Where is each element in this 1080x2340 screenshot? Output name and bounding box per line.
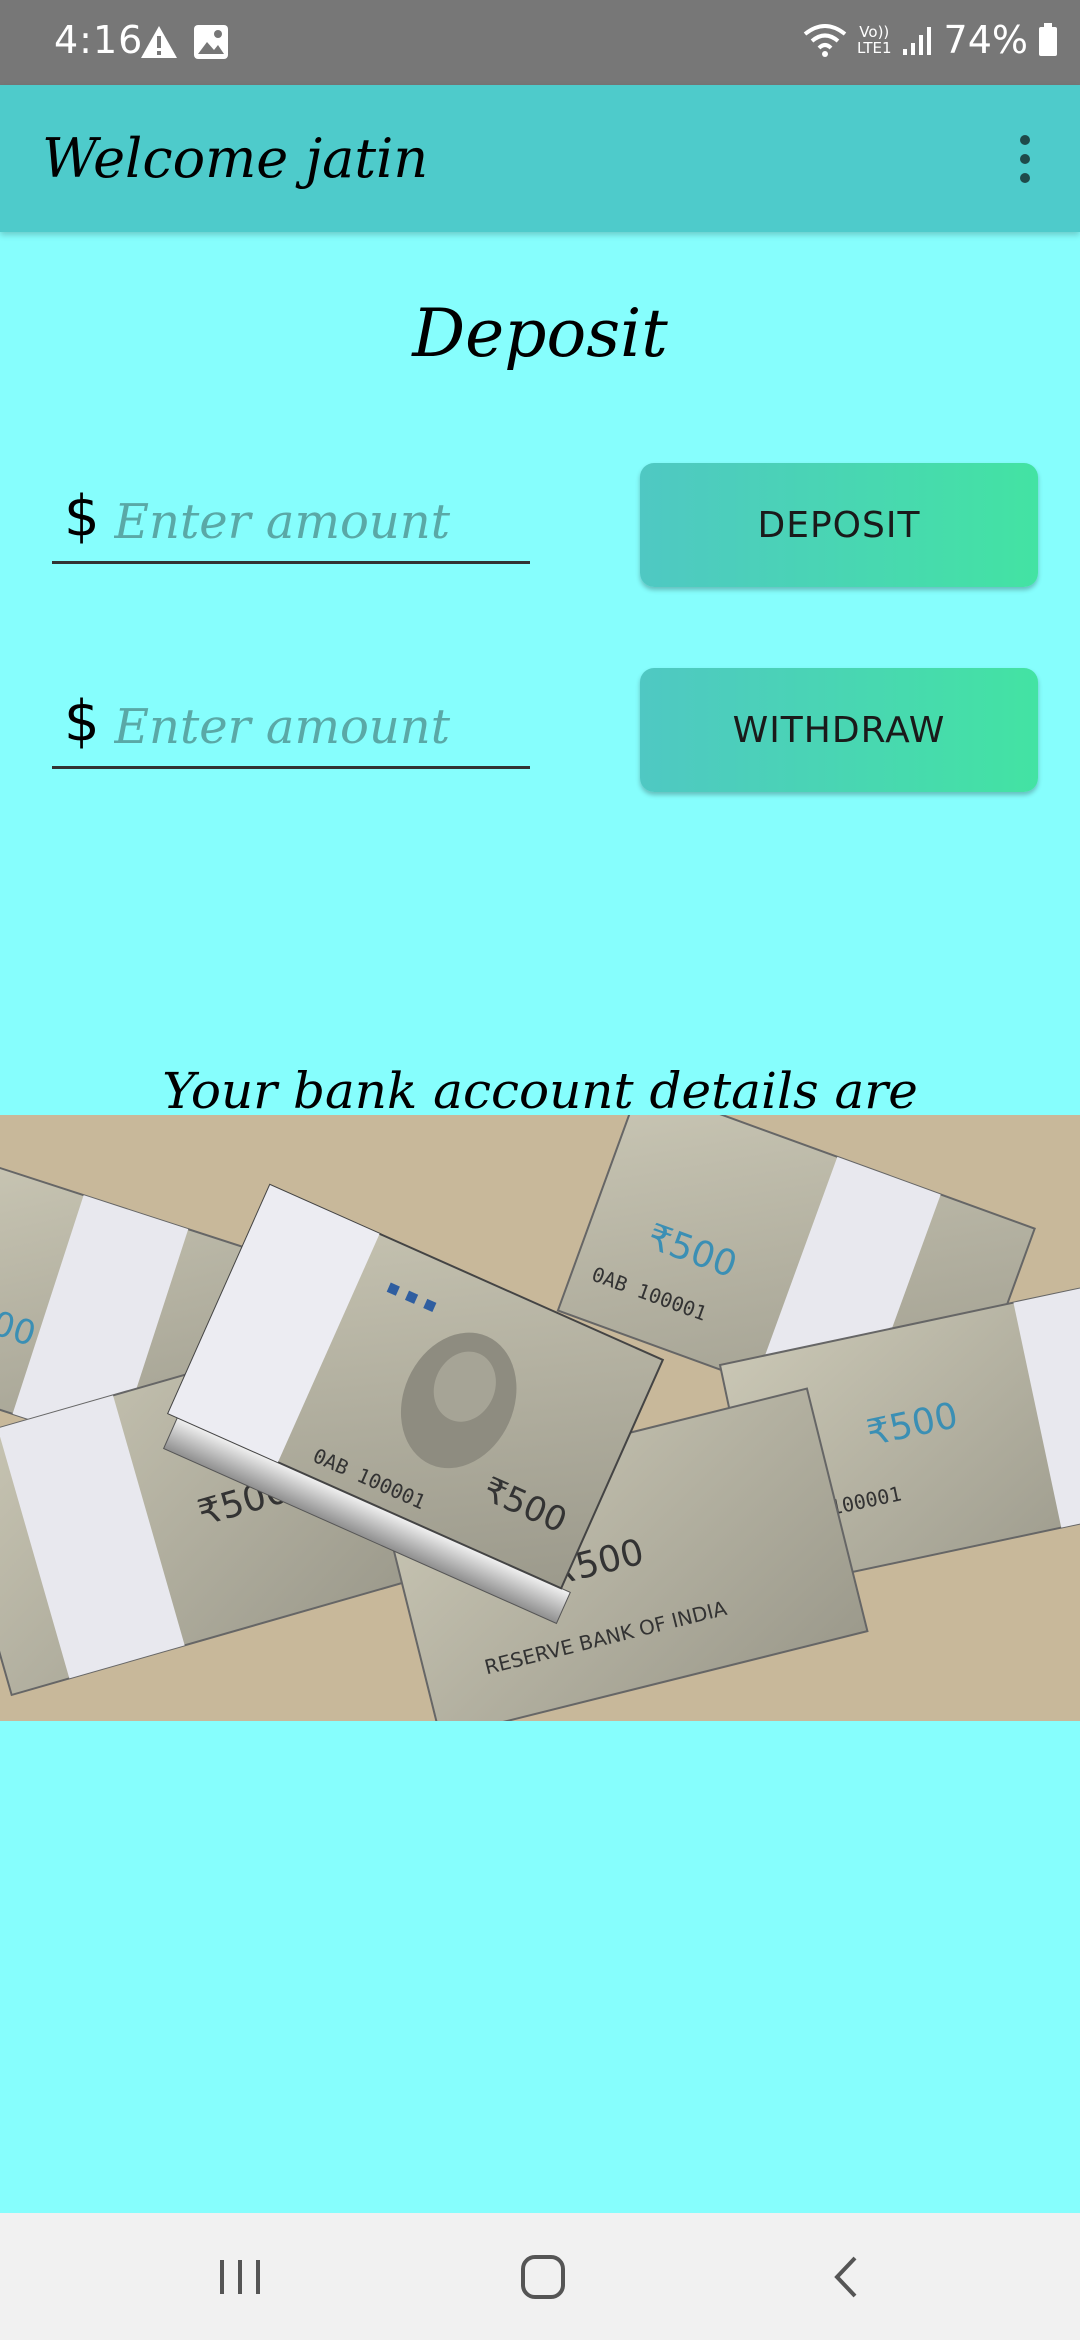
withdraw-button[interactable]: WITHDRAW (640, 668, 1038, 792)
app-bar: Welcome jatin (0, 85, 1080, 232)
network-volte-label: Vo)) (859, 23, 890, 41)
status-indicators: Vo)) LTE1 74% (803, 18, 1058, 62)
app-title: Welcome jatin (42, 127, 429, 190)
deposit-amount-input[interactable] (114, 490, 514, 554)
battery-percent: 74% (943, 18, 1028, 62)
more-vert-icon[interactable] (1010, 135, 1040, 183)
system-nav-bar (0, 2213, 1080, 2340)
deposit-button[interactable]: DEPOSIT (640, 463, 1038, 587)
network-lte-label: LTE1 (857, 39, 892, 57)
page-title: Deposit (412, 295, 668, 372)
recents-icon[interactable] (180, 2237, 300, 2317)
home-icon[interactable] (483, 2237, 603, 2317)
network-label: Vo)) LTE1 (857, 24, 891, 56)
deposit-amount-field[interactable]: $ (52, 484, 530, 564)
status-bar: 4:16 Vo)) LTE1 74% (0, 0, 1080, 85)
dollar-icon: $ (64, 689, 100, 754)
image-icon (193, 24, 229, 60)
dollar-icon: $ (64, 484, 100, 549)
withdraw-amount-input[interactable] (114, 695, 514, 759)
withdraw-amount-field[interactable]: $ (52, 689, 530, 769)
warning-icon (140, 24, 178, 60)
signal-icon (902, 23, 934, 57)
account-details-label: Your bank account details are (162, 1062, 918, 1120)
banknotes-image: ₹500 ₹500 0AB 100001 ₹500 0AB 100001 ₹50… (0, 1115, 1080, 1721)
wifi-icon (803, 22, 847, 58)
battery-icon (1038, 23, 1058, 57)
status-time: 4:16 (54, 18, 144, 62)
back-icon[interactable] (786, 2237, 906, 2317)
